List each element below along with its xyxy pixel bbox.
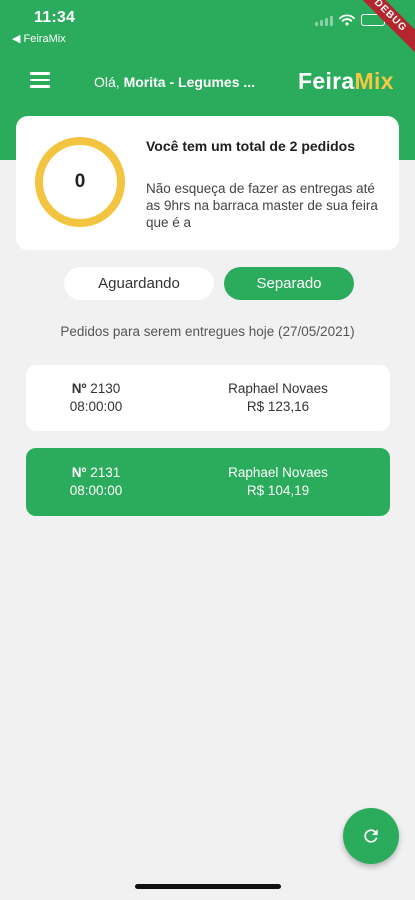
order-number: Nº 2131 xyxy=(71,465,121,480)
status-bar: 11:34 ◀ FeiraMix xyxy=(0,0,415,48)
order-total: R$ 123,16 xyxy=(246,399,310,414)
order-customer: Raphael Novaes xyxy=(228,465,328,480)
order-card-selected[interactable]: Nº 2131 08:00:00 Raphael Novaes R$ 104,1… xyxy=(26,448,390,516)
orders-count: 0 xyxy=(74,171,86,192)
status-tabs: Aguardando Separado xyxy=(64,267,354,301)
delivery-date-label: Pedidos para serem entregues hoje (27/05… xyxy=(60,324,355,339)
order-card[interactable]: Nº 2130 08:00:00 Raphael Novaes R$ 123,1… xyxy=(26,365,390,431)
logo-text-mix: Mix xyxy=(354,68,394,94)
order-total: R$ 104,19 xyxy=(246,483,310,498)
order-time: 08:00:00 xyxy=(69,483,123,498)
order-number: Nº 2130 xyxy=(71,381,121,396)
refresh-button[interactable] xyxy=(343,808,399,864)
back-to-app-link[interactable]: ◀ FeiraMix xyxy=(12,32,66,45)
status-time: 11:34 xyxy=(34,9,76,26)
feiramix-logo: FeiraMix xyxy=(298,68,394,95)
refresh-icon xyxy=(364,829,378,843)
menu-button[interactable] xyxy=(30,72,50,90)
orders-summary-card: 0 Você tem um total de 2 pedidos Não esq… xyxy=(16,116,399,250)
order-customer-block: Raphael Novaes R$ 123,16 xyxy=(166,365,390,431)
greeting-prefix: Olá, xyxy=(94,74,120,90)
greeting: Olá, Morita - Legumes ... xyxy=(94,74,255,90)
wifi-icon xyxy=(339,14,355,26)
status-icons xyxy=(315,14,388,26)
order-customer-block: Raphael Novaes R$ 104,19 xyxy=(166,448,390,516)
menu-icon xyxy=(30,72,50,75)
summary-title: Você tem um total de 2 pedidos xyxy=(146,138,356,154)
store-name: Morita - Legumes ... xyxy=(123,74,256,90)
logo-text-feira: Feira xyxy=(298,68,355,94)
order-time: 08:00:00 xyxy=(69,399,123,414)
summary-message: Não esqueça de fazer as entregas até as … xyxy=(146,181,378,230)
order-id-block: Nº 2130 08:00:00 xyxy=(26,365,166,431)
order-customer: Raphael Novaes xyxy=(228,381,328,396)
tab-aguardando[interactable]: Aguardando xyxy=(64,267,214,300)
order-id-block: Nº 2131 08:00:00 xyxy=(26,448,166,516)
signal-icon xyxy=(315,15,333,26)
orders-count-ring: 0 xyxy=(35,137,125,227)
home-indicator xyxy=(135,884,281,889)
tab-separado[interactable]: Separado xyxy=(224,267,354,300)
